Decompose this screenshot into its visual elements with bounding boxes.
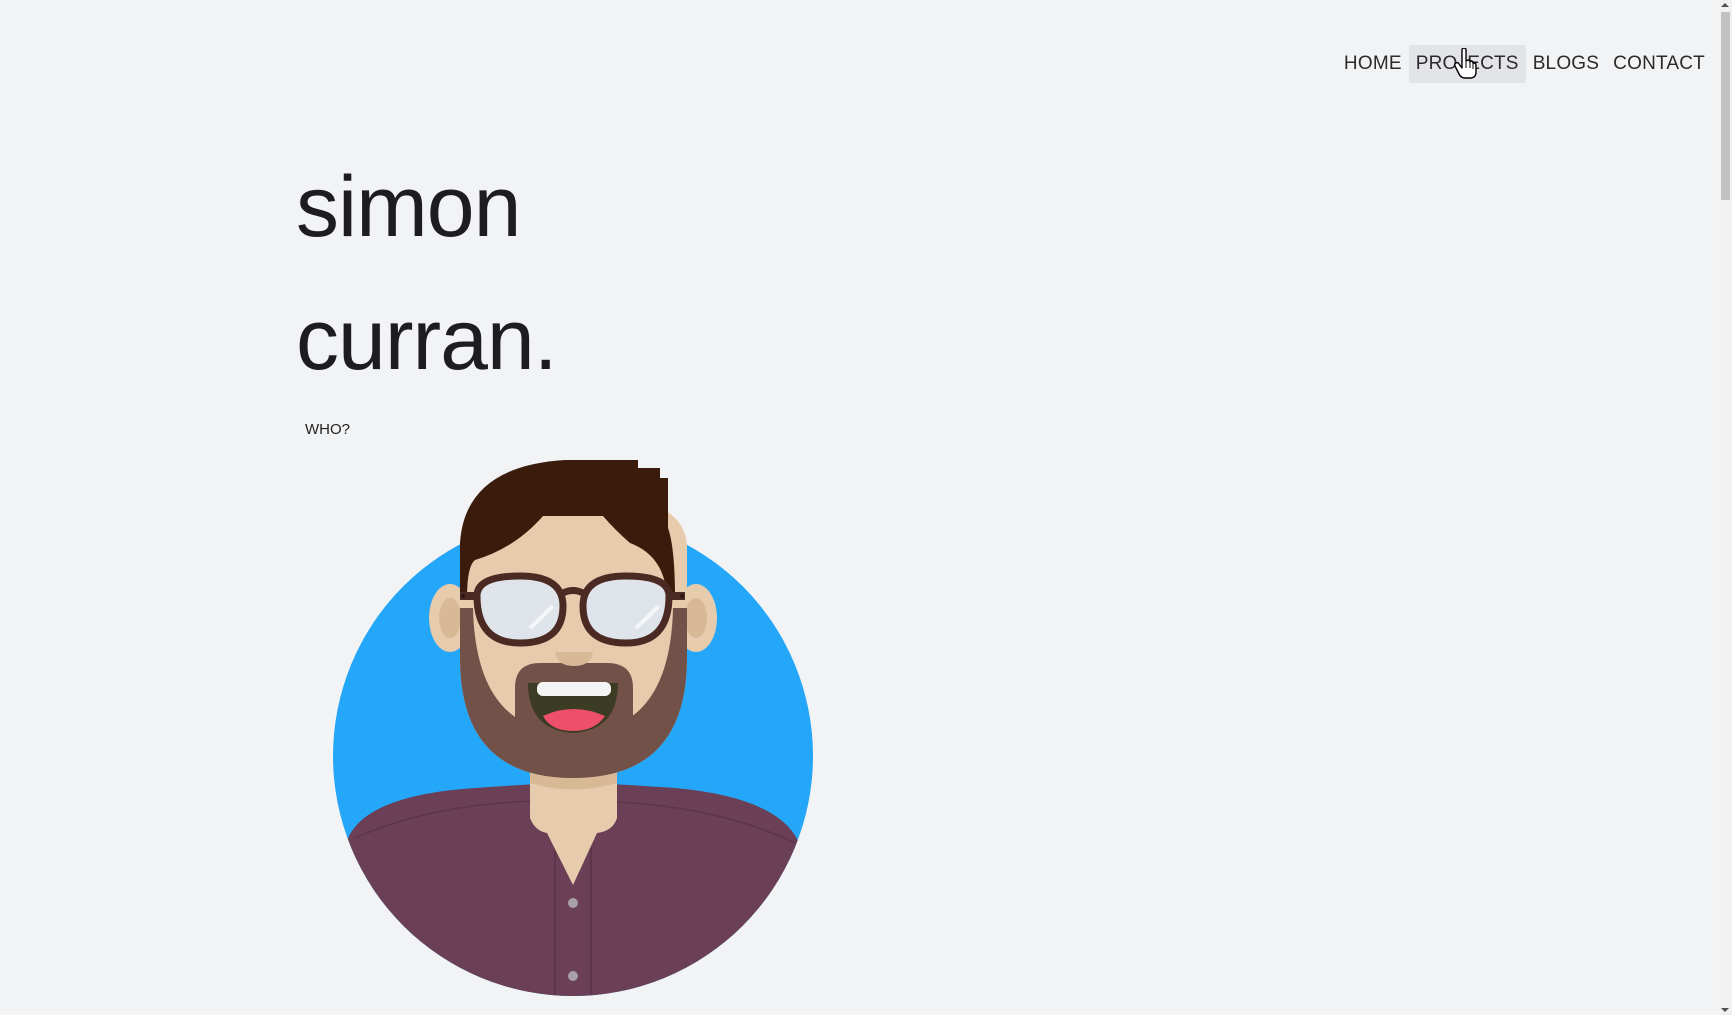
- scrollbar-thumb[interactable]: [1721, 12, 1730, 200]
- avatar-teeth: [537, 682, 611, 696]
- vertical-scrollbar[interactable]: [1719, 0, 1732, 1015]
- nav-blogs-link[interactable]: BLOGS: [1526, 45, 1606, 83]
- nav-contact-link[interactable]: CONTACT: [1606, 45, 1712, 83]
- scroll-up-icon[interactable]: [1721, 3, 1729, 7]
- avatar-illustration: [333, 460, 813, 996]
- nav-projects-link[interactable]: PROJECTS: [1408, 45, 1526, 83]
- hero-first-name: simon: [296, 159, 521, 255]
- top-nav: HOME PROJECTS BLOGS CONTACT: [1337, 45, 1712, 83]
- hero-last-name: curran.: [296, 292, 558, 388]
- page: HOME PROJECTS BLOGS CONTACT simon curran…: [0, 0, 1732, 1015]
- scroll-down-icon[interactable]: [1721, 1008, 1729, 1012]
- who-link[interactable]: WHO?: [305, 421, 350, 438]
- nav-home-link[interactable]: HOME: [1337, 45, 1409, 83]
